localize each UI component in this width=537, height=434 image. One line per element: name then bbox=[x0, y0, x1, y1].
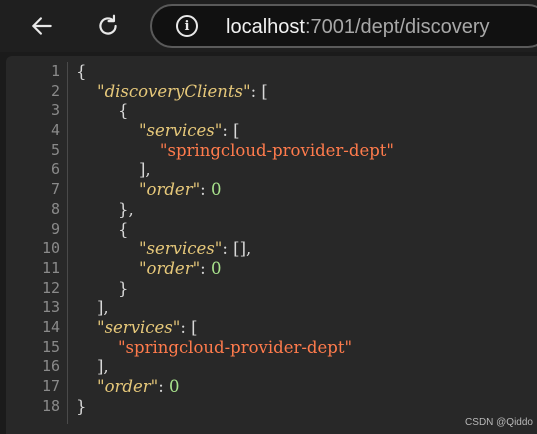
json-punctuation: { bbox=[76, 101, 129, 121]
json-punctuation: ], bbox=[76, 298, 109, 318]
json-key: "services" bbox=[138, 121, 223, 141]
code-line: { bbox=[76, 220, 394, 240]
json-number: 0 bbox=[169, 377, 180, 396]
json-punctuation: { bbox=[76, 219, 129, 239]
json-punctuation: ], bbox=[76, 357, 109, 377]
json-punctuation bbox=[76, 239, 139, 258]
code-line: ], bbox=[76, 298, 394, 318]
json-punctuation: : [], bbox=[222, 239, 252, 259]
json-punctuation: : [ bbox=[222, 121, 240, 141]
json-punctuation bbox=[76, 318, 97, 337]
line-number: 15 bbox=[41, 337, 60, 356]
json-punctuation: }, bbox=[76, 199, 134, 219]
address-bar[interactable]: i localhost:7001/dept/discovery bbox=[150, 4, 537, 48]
json-punctuation: } bbox=[76, 278, 129, 298]
reload-icon bbox=[99, 14, 117, 35]
code-line: "springcloud-provider-dept" bbox=[76, 141, 394, 161]
code-line: "order": 0 bbox=[76, 180, 394, 200]
json-string: "springcloud-provider-dept" bbox=[159, 140, 394, 160]
line-number: 2 bbox=[50, 81, 60, 100]
json-viewer: 1 2 3 4 5 6 7 8 9 10 11 12 13 14 15 16 17 18 { "discovery… bbox=[6, 56, 537, 434]
json-key: "order" bbox=[138, 258, 201, 278]
line-number: 7 bbox=[50, 180, 60, 199]
gutter-divider bbox=[67, 62, 68, 424]
json-punctuation bbox=[76, 180, 139, 199]
code-line: "services": [ bbox=[76, 121, 394, 141]
code-line: "services": [], bbox=[76, 239, 394, 259]
line-number: 8 bbox=[50, 199, 60, 218]
json-number: 0 bbox=[210, 258, 222, 278]
json-key: "order" bbox=[96, 377, 159, 396]
json-punctuation: ], bbox=[76, 160, 151, 180]
code-line: "order": 0 bbox=[76, 259, 394, 279]
code-line: }, bbox=[76, 200, 394, 220]
code-line: "services": [ bbox=[76, 318, 394, 338]
line-number: 6 bbox=[50, 160, 60, 179]
json-key: "order" bbox=[138, 180, 201, 200]
json-string: "springcloud-provider-dept" bbox=[117, 337, 353, 357]
code-line: ], bbox=[76, 357, 394, 377]
json-punctuation bbox=[76, 141, 160, 160]
json-punctuation: } bbox=[76, 396, 87, 416]
json-punctuation: : [ bbox=[180, 317, 198, 337]
back-button[interactable] bbox=[24, 8, 60, 44]
info-circle-icon[interactable]: i bbox=[176, 15, 198, 37]
code-line: } bbox=[76, 397, 394, 417]
code-line: "discoveryClients": [ bbox=[76, 82, 394, 102]
url-text[interactable]: localhost:7001/dept/discovery bbox=[226, 15, 490, 39]
url-host: localhost bbox=[226, 16, 305, 38]
line-number: 18 bbox=[41, 396, 60, 415]
line-number: 16 bbox=[41, 357, 60, 376]
json-punctuation bbox=[76, 338, 118, 357]
arrow-left-icon bbox=[32, 17, 52, 35]
json-punctuation bbox=[76, 82, 97, 101]
line-number: 13 bbox=[41, 298, 60, 317]
json-key: "discoveryClients" bbox=[96, 81, 251, 101]
line-number: 4 bbox=[50, 121, 60, 140]
code-line: } bbox=[76, 279, 394, 299]
line-number: 9 bbox=[50, 219, 60, 238]
reload-button[interactable] bbox=[90, 8, 126, 44]
json-punctuation bbox=[76, 121, 139, 140]
line-number: 12 bbox=[41, 278, 60, 297]
json-number: 0 bbox=[210, 180, 222, 200]
code-line: { bbox=[76, 101, 394, 121]
watermark: CSDN @Qiddo bbox=[465, 417, 533, 428]
line-number: 17 bbox=[41, 377, 60, 395]
line-number: 10 bbox=[41, 239, 60, 258]
json-key: "services" bbox=[138, 239, 223, 259]
json-punctuation: : bbox=[158, 377, 170, 396]
browser-toolbar: i localhost:7001/dept/discovery bbox=[0, 0, 537, 52]
line-number-gutter: 1 2 3 4 5 6 7 8 9 10 11 12 13 14 15 16 17 18 bbox=[6, 62, 64, 416]
line-number: 5 bbox=[50, 140, 60, 159]
code-line: ], bbox=[76, 160, 394, 180]
code-line: "springcloud-provider-dept" bbox=[76, 338, 394, 358]
code-line: { bbox=[76, 62, 394, 82]
json-punctuation bbox=[76, 377, 97, 396]
json-key: "services" bbox=[96, 317, 181, 337]
json-punctuation: { bbox=[76, 62, 87, 81]
json-punctuation: : bbox=[200, 180, 211, 200]
url-path: :7001/dept/discovery bbox=[304, 16, 490, 38]
code-line: "order": 0 bbox=[76, 377, 394, 397]
line-number: 14 bbox=[41, 317, 60, 336]
json-code[interactable]: { "discoveryClients": [ { "services": [ … bbox=[76, 62, 394, 416]
json-punctuation bbox=[76, 259, 139, 278]
json-punctuation: : bbox=[200, 258, 211, 278]
line-number: 3 bbox=[50, 101, 60, 120]
line-number: 1 bbox=[50, 62, 60, 80]
json-punctuation: : [ bbox=[250, 81, 268, 101]
line-number: 11 bbox=[41, 258, 60, 277]
